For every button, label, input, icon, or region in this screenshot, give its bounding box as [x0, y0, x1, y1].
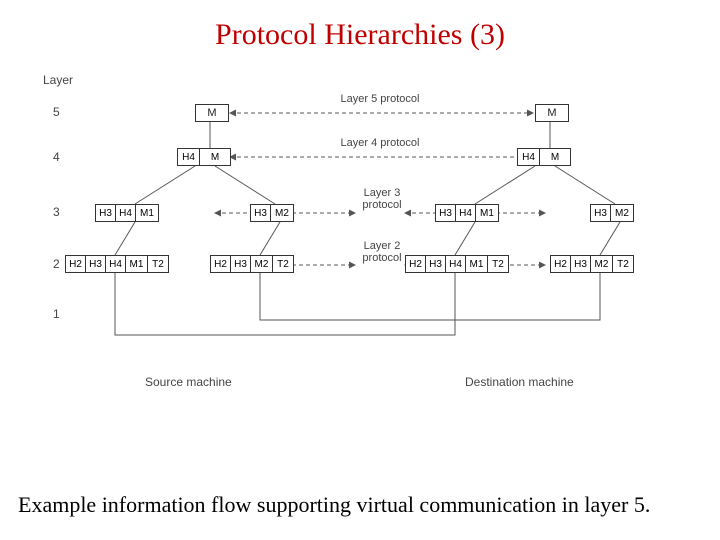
layer-num-3: 3 — [53, 205, 60, 219]
cell-H4: H4 — [456, 205, 476, 221]
l2-right-b: H2 H3 M2 T2 — [550, 255, 634, 273]
cell-M2: M2 — [251, 256, 273, 272]
l3-left-a: H3 H4 M1 — [95, 204, 159, 222]
cell-H4: H4 — [106, 256, 126, 272]
layer-num-1: 1 — [53, 307, 60, 321]
cell-H2: H2 — [406, 256, 426, 272]
cell-M1: M1 — [476, 205, 498, 221]
l4-left: H4 M — [177, 148, 231, 166]
cell-H2: H2 — [66, 256, 86, 272]
caption-text: Example information flow supporting virt… — [18, 492, 650, 518]
l3-right-b: H3 M2 — [590, 204, 634, 222]
l2-left-a: H2 H3 H4 M1 T2 — [65, 255, 169, 273]
l3-left-b: H3 M2 — [250, 204, 294, 222]
cell-T2: T2 — [488, 256, 508, 272]
cell-M1: M1 — [466, 256, 488, 272]
l5-right-M: M — [535, 104, 569, 122]
proto-5-label: Layer 5 protocol — [330, 93, 430, 105]
cell-H2: H2 — [551, 256, 571, 272]
cell-H2: H2 — [211, 256, 231, 272]
cell-M: M — [540, 149, 570, 165]
cell-T2: T2 — [273, 256, 293, 272]
cell-H4: H4 — [178, 149, 200, 165]
cell-H3: H3 — [571, 256, 591, 272]
cell-H4: H4 — [116, 205, 136, 221]
layer-header: Layer — [43, 73, 73, 87]
cell-M2: M2 — [591, 256, 613, 272]
cell-H3: H3 — [86, 256, 106, 272]
l2-left-b: H2 H3 M2 T2 — [210, 255, 294, 273]
l5-left-M: M — [195, 104, 229, 122]
layer-num-4: 4 — [53, 150, 60, 164]
l4-right: H4 M — [517, 148, 571, 166]
proto-4-label: Layer 4 protocol — [330, 137, 430, 149]
cell-M2: M2 — [271, 205, 293, 221]
cell-H3: H3 — [426, 256, 446, 272]
source-machine-label: Source machine — [145, 375, 232, 389]
cell-M1: M1 — [126, 256, 148, 272]
cell-H3: H3 — [436, 205, 456, 221]
proto-3-label: Layer 3 protocol — [357, 187, 407, 211]
dest-machine-label: Destination machine — [465, 375, 574, 389]
cell-H3: H3 — [591, 205, 611, 221]
l3-right-a: H3 H4 M1 — [435, 204, 499, 222]
cell-H3: H3 — [231, 256, 251, 272]
protocol-diagram: Layer 5 4 3 2 1 Layer 5 protocol Layer 4… — [55, 75, 695, 435]
layer-num-5: 5 — [53, 105, 60, 119]
cell-M1: M1 — [136, 205, 158, 221]
layer-num-2: 2 — [53, 257, 60, 271]
l2-right-a: H2 H3 H4 M1 T2 — [405, 255, 509, 273]
cell-M: M — [200, 149, 230, 165]
cell-T2: T2 — [148, 256, 168, 272]
cell-H3: H3 — [96, 205, 116, 221]
cell-T2: T2 — [613, 256, 633, 272]
cell-M2: M2 — [611, 205, 633, 221]
page-title: Protocol Hierarchies (3) — [0, 0, 720, 52]
cell-H4: H4 — [518, 149, 540, 165]
proto-2-label: Layer 2 protocol — [357, 240, 407, 264]
cell-H3: H3 — [251, 205, 271, 221]
cell-H4: H4 — [446, 256, 466, 272]
